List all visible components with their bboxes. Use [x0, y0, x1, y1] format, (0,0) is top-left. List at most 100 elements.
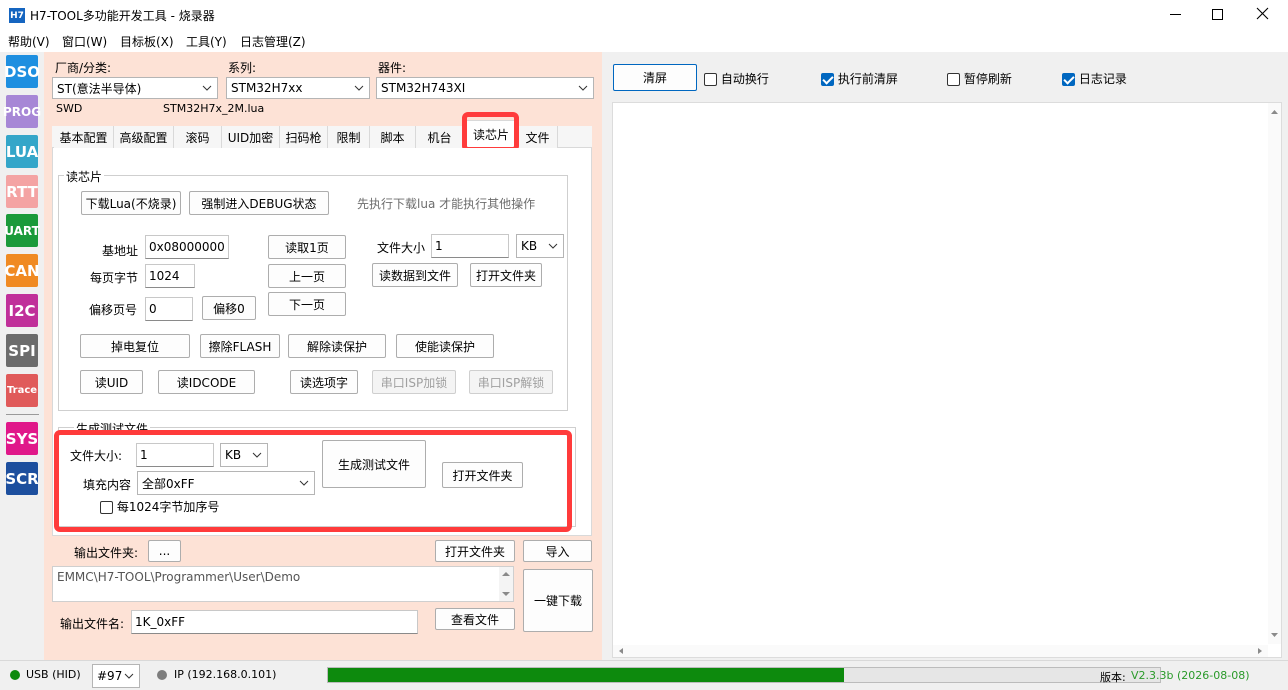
log-record-option[interactable]: 日志记录	[1062, 70, 1127, 87]
title-bar: H7 H7-TOOL多功能开发工具 - 烧录器	[0, 0, 1288, 30]
interface-label: SWD	[56, 102, 83, 115]
pause-refresh-checkbox[interactable]	[947, 73, 960, 86]
part-label: 器件:	[378, 61, 407, 75]
read-idcode-button[interactable]: 读IDCODE	[158, 370, 255, 394]
page-bytes-input[interactable]: 1024	[145, 264, 195, 288]
menu-bar: 帮助(V) 窗口(W) 目标板(X) 工具(Y) 日志管理(Z)	[0, 30, 1288, 52]
scroll-up-icon[interactable]	[499, 569, 513, 579]
sidebar-button-can[interactable]: CAN	[4, 254, 40, 287]
file-size-unit-select[interactable]: KB	[516, 234, 564, 258]
menu-tools[interactable]: 工具(Y)	[186, 33, 227, 50]
sidebar-button-dso[interactable]: DSO	[4, 55, 40, 88]
menu-help[interactable]: 帮助(V)	[8, 33, 50, 50]
scroll-up-icon[interactable]	[1268, 107, 1281, 117]
read-to-file-button[interactable]: 读数据到文件	[372, 263, 458, 287]
auto-wrap-checkbox[interactable]	[704, 73, 717, 86]
chevron-down-icon	[548, 243, 558, 249]
download-lua-button[interactable]: 下载Lua(不烧录)	[81, 191, 181, 215]
erase-flash-button[interactable]: 擦除FLASH	[200, 334, 280, 358]
import-button[interactable]: 导入	[523, 540, 592, 562]
vendor-select[interactable]: ST(意法半导体)	[52, 77, 218, 99]
pause-refresh-label: 暂停刷新	[963, 72, 1012, 86]
menu-log[interactable]: 日志管理(Z)	[240, 33, 306, 50]
path-scrollbar[interactable]	[499, 567, 513, 601]
close-icon[interactable]	[1252, 3, 1274, 25]
clear-before-option[interactable]: 执行前清屏	[821, 70, 898, 87]
open-folder-button[interactable]: 打开文件夹	[470, 263, 542, 287]
isp-lock-button[interactable]: 串口ISP加锁	[372, 370, 456, 394]
log-record-label: 日志记录	[1078, 72, 1127, 86]
status-bar: USB (HID) #97 IP (192.168.0.101) 版本: V2.…	[0, 660, 1288, 690]
scroll-down-icon[interactable]	[1268, 630, 1281, 640]
series-label: 系列:	[228, 61, 257, 75]
clear-screen-button[interactable]: 清屏	[613, 64, 697, 91]
protect-button[interactable]: 使能读保护	[396, 334, 494, 358]
sidebar-button-scr[interactable]: SCR	[5, 462, 39, 495]
tab-script[interactable]: 脚本	[370, 126, 416, 148]
minimize-icon[interactable]	[1170, 14, 1181, 15]
view-file-button[interactable]: 查看文件	[435, 608, 515, 630]
tab-rolling-code[interactable]: 滚码	[174, 126, 222, 148]
log-text-area[interactable]	[612, 102, 1282, 658]
tab-basic-config[interactable]: 基本配置	[54, 126, 114, 148]
read-uid-button[interactable]: 读UID	[80, 370, 143, 394]
tab-scanner[interactable]: 扫码枪	[280, 126, 328, 148]
log-hscroll[interactable]	[613, 645, 1268, 657]
version-value: V2.3.3b (2026-08-08)	[1131, 669, 1250, 682]
force-debug-button[interactable]: 强制进入DEBUG状态	[189, 191, 329, 215]
tab-file[interactable]: 文件	[518, 126, 558, 148]
file-size-input[interactable]: 1	[431, 234, 509, 258]
clear-before-checkbox[interactable]	[821, 73, 834, 86]
auto-wrap-option[interactable]: 自动换行	[704, 70, 769, 87]
scroll-down-icon[interactable]	[499, 589, 513, 599]
menu-target[interactable]: 目标板(X)	[120, 33, 174, 50]
sidebar-divider	[6, 414, 39, 415]
progress-bar-fill	[328, 668, 844, 682]
sidebar-button-uart[interactable]: UART	[4, 214, 40, 247]
chevron-down-icon	[578, 85, 588, 91]
device-number-select[interactable]: #97	[92, 664, 140, 688]
highlight-read-chip-tab	[462, 112, 519, 152]
one-click-download-button[interactable]: 一键下载	[523, 569, 593, 632]
tab-machine[interactable]: 机台	[416, 126, 464, 148]
base-addr-label: 基地址	[102, 244, 139, 258]
part-select[interactable]: STM32H743XI	[376, 77, 594, 99]
read-option-button[interactable]: 读选项字	[290, 370, 358, 394]
sidebar-button-i2c[interactable]: I2C	[6, 294, 38, 327]
scroll-right-icon[interactable]	[1255, 645, 1265, 657]
sidebar-button-spi[interactable]: SPI	[6, 334, 38, 367]
maximize-icon[interactable]	[1212, 9, 1223, 20]
prev-page-button[interactable]: 上一页	[268, 264, 346, 288]
scroll-left-icon[interactable]	[616, 645, 626, 657]
clear-before-label: 执行前清屏	[837, 72, 898, 86]
base-addr-input[interactable]: 0x08000000	[145, 235, 229, 259]
read-chip-group-title: 读芯片	[64, 168, 105, 185]
sidebar-button-lua[interactable]: LUA	[6, 135, 38, 168]
ip-status-dot	[157, 670, 167, 680]
power-reset-button[interactable]: 掉电复位	[80, 334, 190, 358]
next-page-button[interactable]: 下一页	[268, 292, 346, 316]
offset0-button[interactable]: 偏移0	[202, 296, 256, 320]
auto-wrap-label: 自动换行	[720, 72, 769, 86]
browse-folder-button[interactable]: ...	[148, 540, 181, 562]
log-vscroll[interactable]	[1268, 103, 1281, 644]
output-open-folder-button[interactable]: 打开文件夹	[435, 540, 515, 562]
pause-refresh-option[interactable]: 暂停刷新	[947, 70, 1012, 87]
isp-unlock-button[interactable]: 串口ISP解锁	[469, 370, 553, 394]
sidebar-button-trace[interactable]: Trace	[6, 374, 38, 407]
tab-limit[interactable]: 限制	[328, 126, 370, 148]
series-select[interactable]: STM32H7xx	[226, 77, 370, 99]
offset-page-input[interactable]: 0	[145, 297, 193, 321]
menu-window[interactable]: 窗口(W)	[62, 33, 107, 50]
sidebar-button-rtt[interactable]: RTT	[6, 175, 38, 208]
tab-advanced-config[interactable]: 高级配置	[114, 126, 174, 148]
log-record-checkbox[interactable]	[1062, 73, 1075, 86]
output-path-box[interactable]: EMMC\H7-TOOL\Programmer\User\Demo	[52, 566, 514, 602]
read-page-button[interactable]: 读取1页	[268, 235, 346, 259]
unprotect-button[interactable]: 解除读保护	[288, 334, 386, 358]
output-name-input[interactable]: 1K_0xFF	[131, 610, 418, 634]
sidebar-button-sys[interactable]: SYS	[6, 422, 38, 455]
sidebar-button-prog[interactable]: PROG	[3, 95, 41, 128]
tab-uid-encrypt[interactable]: UID加密	[222, 126, 280, 148]
usb-status-dot	[10, 670, 20, 680]
